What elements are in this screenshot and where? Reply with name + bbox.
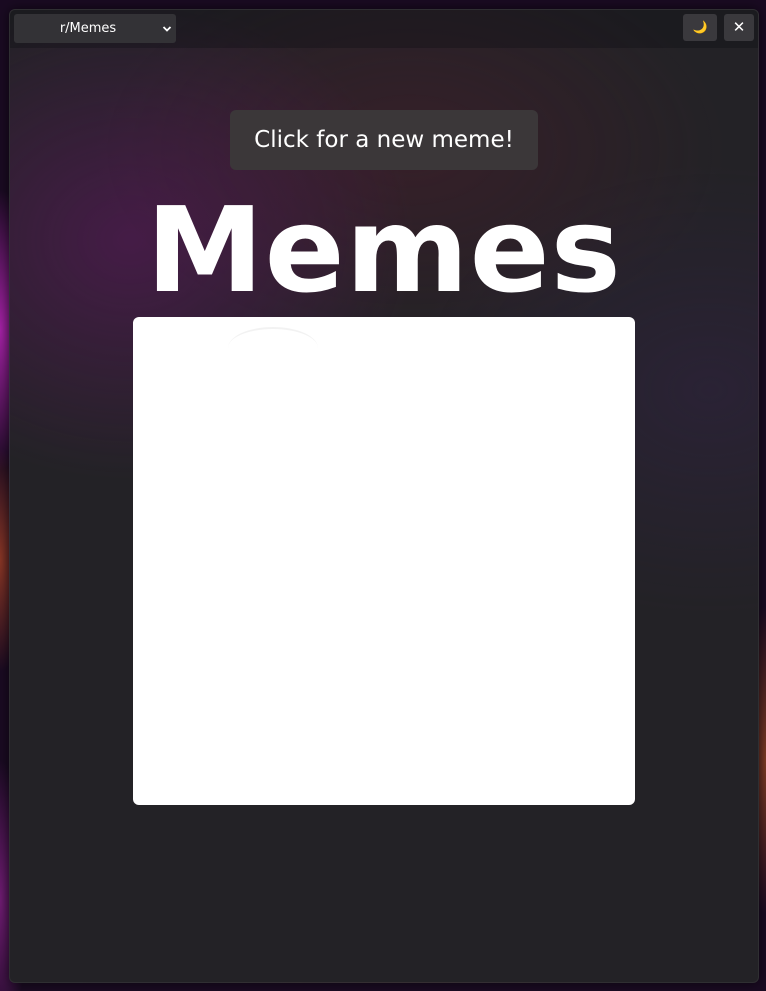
- moon-icon: 🌙: [692, 20, 708, 34]
- app-window: r/Memes 🌙 ✕ Click for a new meme! Memes: [9, 9, 759, 983]
- chevron-down-icon: [162, 26, 172, 32]
- subreddit-select[interactable]: r/Memes: [14, 14, 176, 43]
- titlebar: r/Memes 🌙 ✕: [10, 10, 758, 48]
- close-icon: ✕: [732, 18, 746, 36]
- meme-image-artifact: [228, 327, 318, 369]
- meme-image: [133, 317, 635, 805]
- page-title: Memes: [146, 181, 622, 319]
- subreddit-select-value: r/Memes: [59, 21, 117, 36]
- theme-toggle-button[interactable]: 🌙: [683, 14, 717, 41]
- close-button[interactable]: ✕: [724, 14, 754, 41]
- new-meme-button[interactable]: Click for a new meme!: [230, 110, 538, 170]
